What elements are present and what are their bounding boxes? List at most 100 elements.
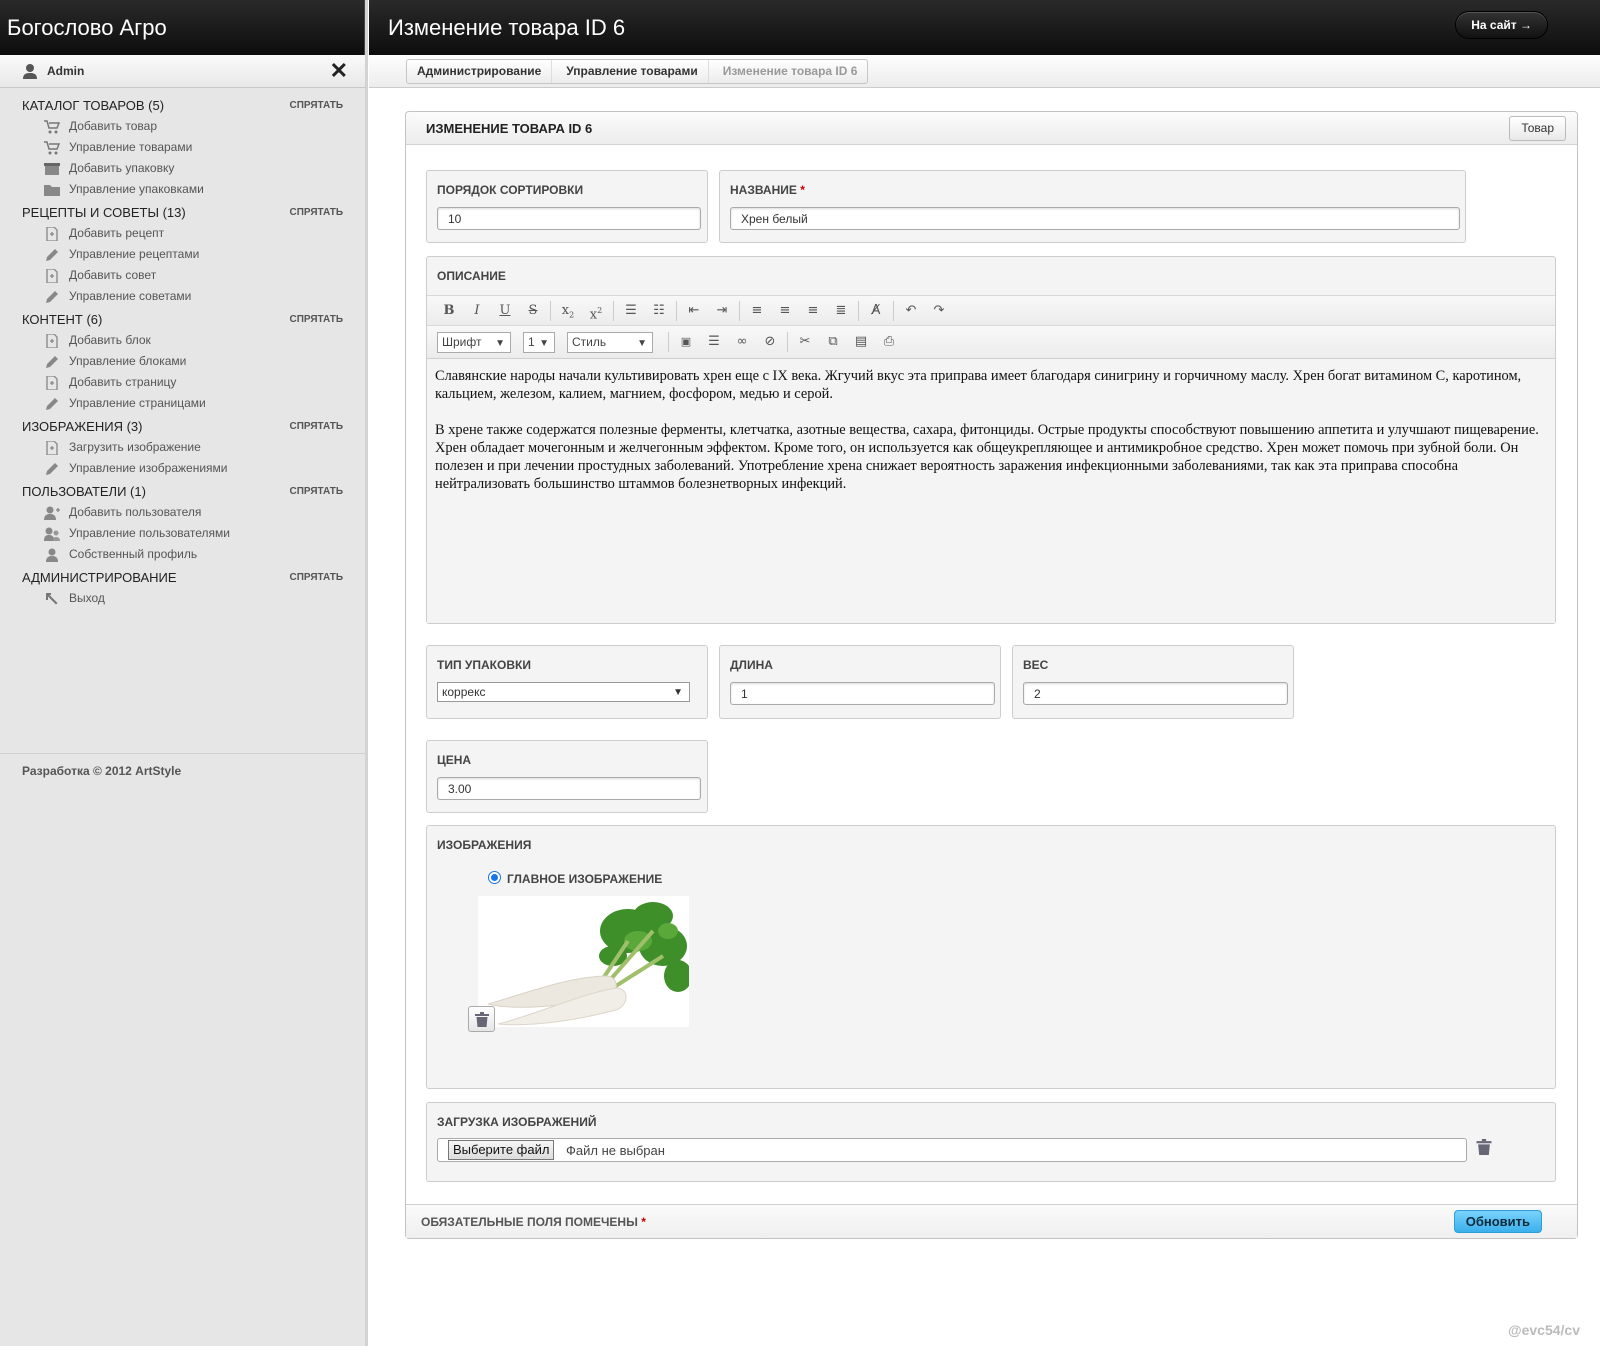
- cut-icon[interactable]: ✂: [791, 331, 819, 353]
- sidebar-item-add-block[interactable]: Добавить блок: [0, 330, 365, 351]
- align-left-icon[interactable]: ≡: [743, 300, 771, 322]
- nav-section-catalog: КАТАЛОГ ТОВАРОВ (5) СПРЯТАТЬ Добавить то…: [0, 95, 365, 200]
- go-to-site-button[interactable]: На сайт →: [1455, 11, 1548, 39]
- user-bar: Admin ✕: [0, 55, 365, 88]
- length-input[interactable]: [730, 682, 995, 705]
- tab-product[interactable]: Товар: [1509, 116, 1566, 141]
- description-editor[interactable]: Славянские народы начали культивировать …: [427, 359, 1555, 623]
- subscript-icon[interactable]: x2: [554, 300, 582, 322]
- file-input[interactable]: Выберите файл Файл не выбран: [437, 1138, 1467, 1162]
- remove-format-icon[interactable]: A̸: [862, 300, 890, 322]
- hide-section-button[interactable]: СПРЯТАТЬ: [289, 309, 343, 330]
- copy-icon[interactable]: ⧉: [819, 331, 847, 353]
- description-paragraph: Славянские народы начали культивировать …: [435, 368, 1522, 402]
- toolbar-separator: [613, 300, 614, 321]
- close-icon[interactable]: ✕: [330, 58, 348, 84]
- font-size-select[interactable]: 1 ▼: [523, 331, 555, 353]
- main-image-radio[interactable]: [488, 871, 501, 884]
- chevron-down-icon: ▼: [495, 337, 505, 349]
- underline-icon[interactable]: U: [491, 300, 519, 322]
- update-button[interactable]: Обновить: [1453, 1210, 1542, 1233]
- superscript-icon[interactable]: x2: [582, 300, 610, 322]
- sidebar-item-manage-images[interactable]: Управление изображениями: [0, 458, 365, 479]
- sidebar-item-label: Управление товарами: [69, 140, 193, 154]
- sidebar-item-manage-tips[interactable]: Управление советами: [0, 286, 365, 307]
- insert-image-icon[interactable]: ▣: [672, 331, 700, 353]
- undo-icon[interactable]: ↶: [897, 300, 925, 322]
- sidebar-item-label: Собственный профиль: [69, 547, 198, 561]
- sort-order-label: ПОРЯДОК СОРТИРОВКИ: [437, 183, 584, 197]
- style-select[interactable]: Стиль ▼: [567, 331, 653, 353]
- sidebar-item-manage-packages[interactable]: Управление упаковками: [0, 179, 365, 200]
- font-select-value: Шрифт: [442, 334, 482, 349]
- name-field: НАЗВАНИЕ *: [719, 170, 1466, 243]
- bold-icon[interactable]: B: [435, 300, 463, 322]
- pencil-icon: [46, 356, 58, 368]
- name-input[interactable]: [730, 207, 1460, 230]
- sidebar-item-add-product[interactable]: Добавить товар: [0, 116, 365, 137]
- price-input[interactable]: [437, 777, 701, 800]
- description-field: ОПИСАНИЕ B I U S x2 x2 ☰ ☷ ⇤ ⇥ ≡ ≡ ≡ ≣ A…: [426, 256, 1556, 624]
- font-select[interactable]: Шрифт ▼: [437, 331, 511, 353]
- sidebar-item-manage-products[interactable]: Управление товарами: [0, 137, 365, 158]
- ordered-list-icon[interactable]: ☰: [617, 300, 645, 322]
- sidebar-item-label: Добавить товар: [69, 119, 157, 133]
- outdent-icon[interactable]: ⇤: [680, 300, 708, 322]
- cart-icon: [44, 120, 60, 134]
- sidebar-item-add-page[interactable]: Добавить страницу: [0, 372, 365, 393]
- folder-icon: [44, 185, 60, 196]
- align-center-icon[interactable]: ≡: [771, 300, 799, 322]
- sidebar-item-manage-recipes[interactable]: Управление рецептами: [0, 244, 365, 265]
- nav-section-content: КОНТЕНТ (6) СПРЯТАТЬ Добавить блок Управ…: [0, 309, 365, 414]
- trash-icon[interactable]: [1476, 1139, 1492, 1155]
- unordered-list-icon[interactable]: ☷: [645, 300, 673, 322]
- sidebar-item-manage-blocks[interactable]: Управление блоками: [0, 351, 365, 372]
- sidebar-item-manage-pages[interactable]: Управление страницами: [0, 393, 365, 414]
- editor-toolbar-insert: Шрифт ▼ 1 ▼ Стиль ▼ ▣ ☰ ∞ ⊘ ✂ ⧉ ▤ ⎙: [427, 326, 1555, 359]
- align-right-icon[interactable]: ≡: [799, 300, 827, 322]
- hide-section-button[interactable]: СПРЯТАТЬ: [289, 567, 343, 588]
- weight-input[interactable]: [1023, 682, 1288, 705]
- user-name[interactable]: Admin: [47, 64, 84, 78]
- sidebar-item-logout[interactable]: Выход: [0, 588, 365, 609]
- hide-section-button[interactable]: СПРЯТАТЬ: [289, 481, 343, 502]
- brand-title[interactable]: Богослово Агро: [0, 0, 365, 55]
- sidebar-item-add-recipe[interactable]: Добавить рецепт: [0, 223, 365, 244]
- paste-icon[interactable]: ▤: [847, 331, 875, 353]
- hide-section-button[interactable]: СПРЯТАТЬ: [289, 95, 343, 116]
- sidebar-item-add-package[interactable]: Добавить упаковку: [0, 158, 365, 179]
- panel-footer: ОБЯЗАТЕЛЬНЫЕ ПОЛЯ ПОМЕЧЕНЫ * Обновить: [406, 1204, 1577, 1238]
- link-icon[interactable]: ∞: [728, 331, 756, 353]
- sidebar-item-own-profile[interactable]: Собственный профиль: [0, 544, 365, 565]
- sidebar-item-manage-users[interactable]: Управление пользователями: [0, 523, 365, 544]
- add-document-icon: [46, 227, 58, 241]
- align-justify-icon[interactable]: ≣: [827, 300, 855, 322]
- sidebar-item-label: Выход: [69, 591, 105, 605]
- sidebar-item-add-tip[interactable]: Добавить совет: [0, 265, 365, 286]
- strikethrough-icon[interactable]: S: [519, 300, 547, 322]
- unlink-icon[interactable]: ⊘: [756, 331, 784, 353]
- sidebar-item-label: Управление пользователями: [69, 526, 230, 540]
- hide-section-button[interactable]: СПРЯТАТЬ: [289, 202, 343, 223]
- top-bar: Изменение товара ID 6 На сайт →: [369, 0, 1600, 55]
- package-type-select[interactable]: коррекс ▼: [437, 682, 690, 702]
- delete-image-button[interactable]: [468, 1006, 495, 1032]
- pencil-icon: [46, 249, 58, 261]
- logout-arrow-icon: [46, 593, 58, 605]
- sidebar-item-label: Добавить рецепт: [69, 226, 165, 240]
- product-image[interactable]: [478, 896, 689, 1027]
- choose-file-button[interactable]: Выберите файл: [448, 1140, 555, 1160]
- breadcrumb-item-products[interactable]: Управление товарами: [551, 60, 707, 83]
- redo-icon[interactable]: ↷: [925, 300, 953, 322]
- sidebar-item-label: Добавить упаковку: [69, 161, 175, 175]
- hide-section-button[interactable]: СПРЯТАТЬ: [289, 416, 343, 437]
- breadcrumb-item-admin[interactable]: Администрирование: [407, 60, 551, 83]
- italic-icon[interactable]: I: [463, 300, 491, 322]
- sort-order-input[interactable]: [437, 207, 701, 230]
- indent-icon[interactable]: ⇥: [708, 300, 736, 322]
- sidebar-item-upload-image[interactable]: Загрузить изображение: [0, 437, 365, 458]
- sidebar-item-add-user[interactable]: Добавить пользователя: [0, 502, 365, 523]
- print-icon[interactable]: ⎙: [875, 331, 903, 353]
- horizontal-rule-icon[interactable]: ☰: [700, 331, 728, 353]
- sidebar-item-label: Управление блоками: [69, 354, 187, 368]
